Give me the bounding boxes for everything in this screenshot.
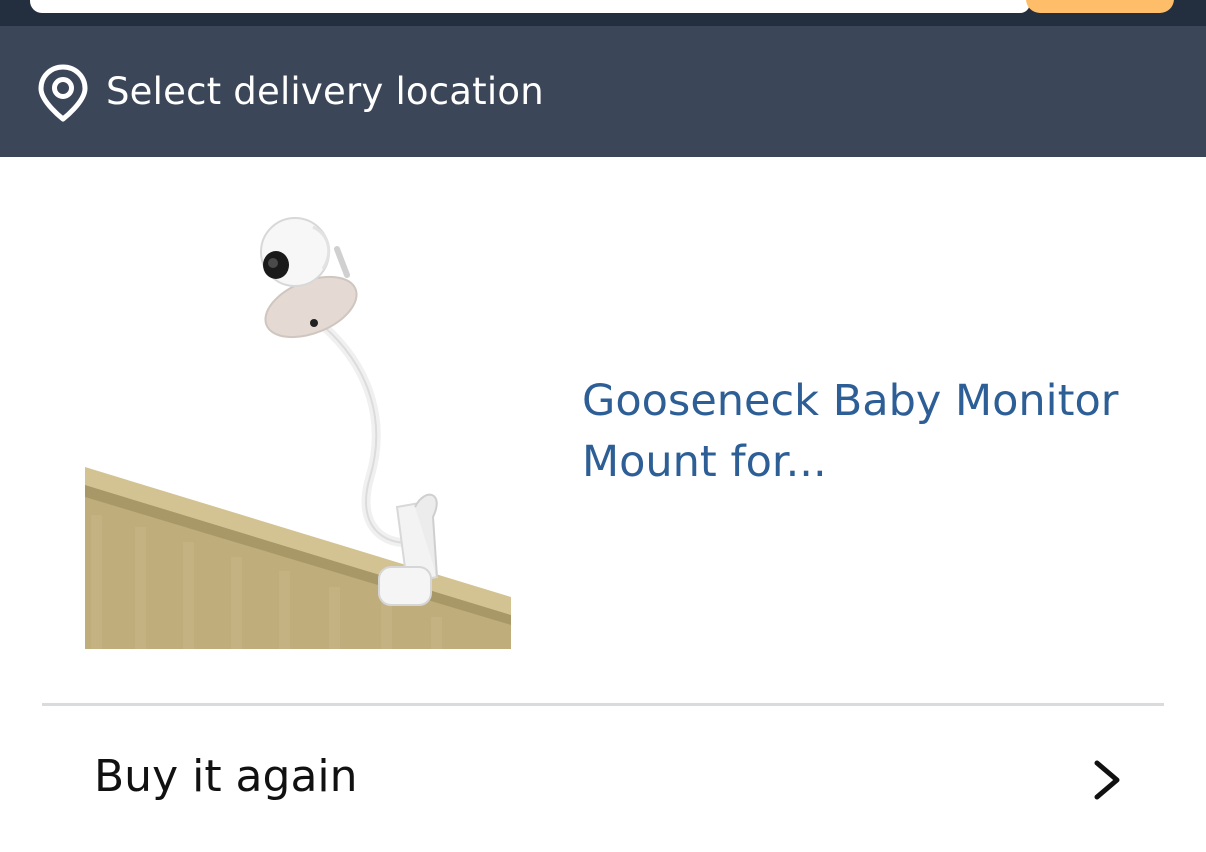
search-input[interactable]	[30, 0, 1030, 13]
delivery-location-label: Select delivery location	[106, 70, 544, 113]
search-button[interactable]	[1026, 0, 1174, 13]
buy-again-label: Buy it again	[94, 751, 358, 802]
chevron-right-icon	[1094, 760, 1120, 800]
location-pin-icon	[38, 64, 88, 122]
delivery-location-bar[interactable]: Select delivery location	[0, 26, 1206, 157]
product-title-link[interactable]: Gooseneck Baby Monitor Mount for...	[582, 371, 1162, 493]
product-image[interactable]	[85, 217, 511, 649]
buy-again-row[interactable]: Buy it again	[0, 706, 1206, 852]
product-card[interactable]: Gooseneck Baby Monitor Mount for...	[0, 157, 1206, 705]
top-bar	[0, 0, 1206, 26]
